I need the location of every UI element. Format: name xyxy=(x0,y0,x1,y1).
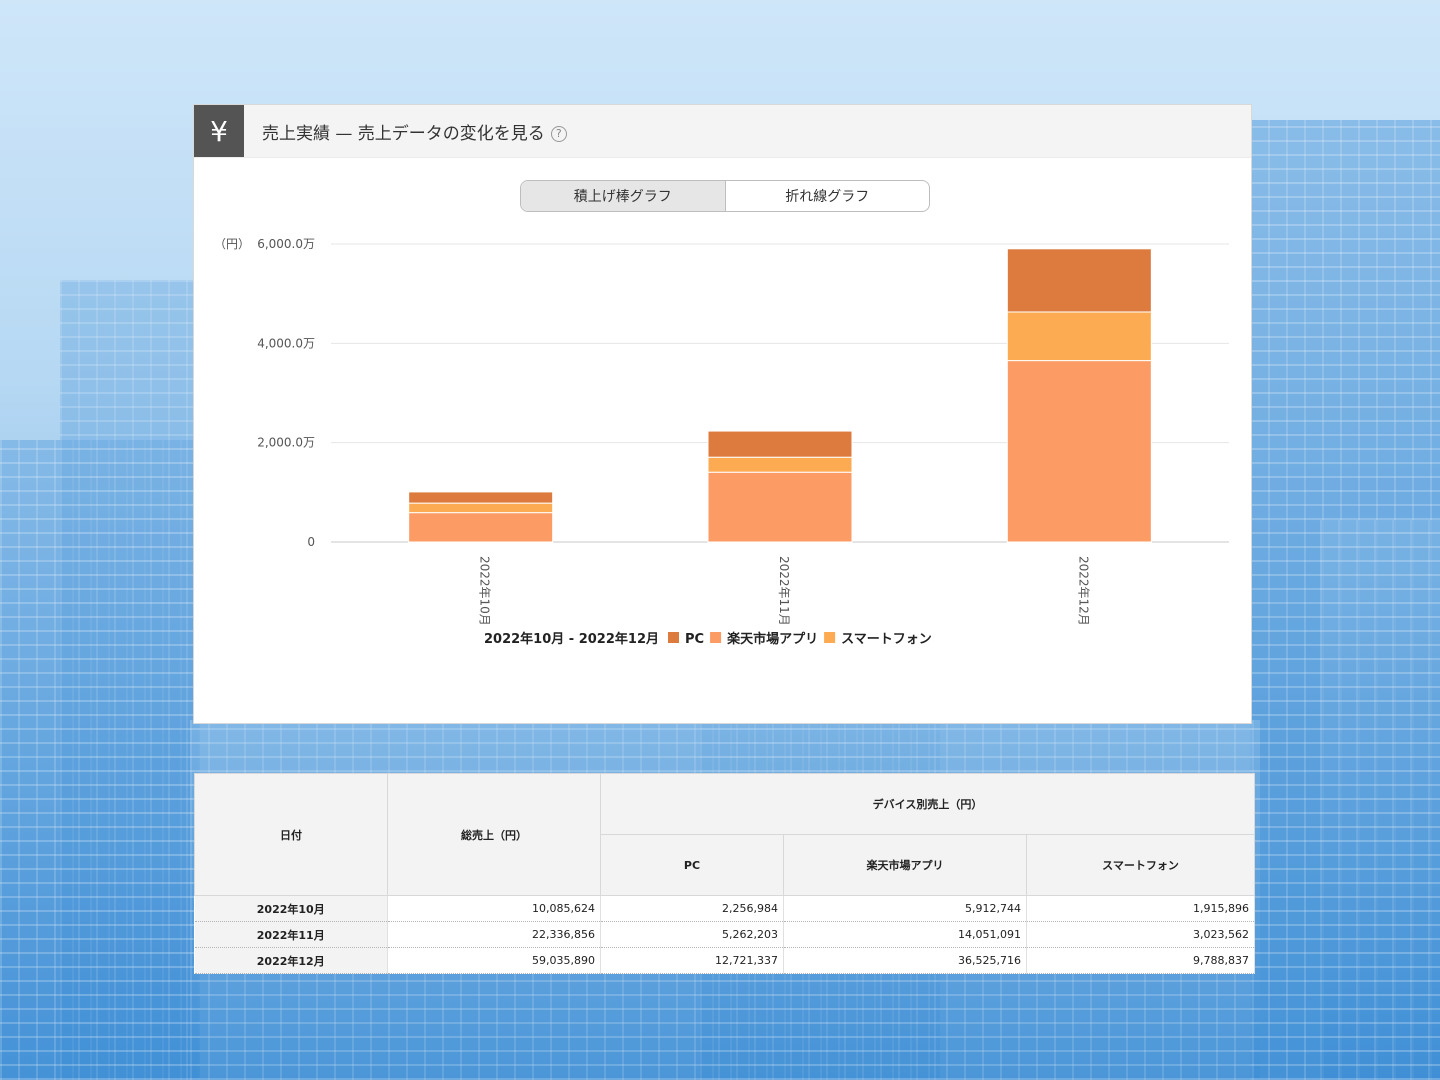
table-row: 2022年10月 10,085,624 2,256,984 5,912,744 1,91… xyxy=(194,895,1255,922)
y-tick-label: 0 xyxy=(307,535,315,549)
yen-icon: ¥ xyxy=(194,105,244,157)
help-icon[interactable]: ? xyxy=(550,125,567,142)
pc-header: PC xyxy=(600,834,784,896)
pc-cell: 5,262,203 xyxy=(600,921,784,948)
bar-segment xyxy=(1006,311,1152,362)
legend-swatch xyxy=(824,632,836,643)
y-unit-label: （円） xyxy=(214,237,250,251)
building xyxy=(60,280,200,1080)
chart-type-toggle: 積上げ棒グラフ 折れ線グラフ xyxy=(520,180,930,212)
bar-segment xyxy=(1006,248,1152,313)
total-header: 総売上（円） xyxy=(387,773,601,896)
table-row: 2022年12月 59,035,890 12,721,337 36,525,716 9,… xyxy=(194,947,1255,974)
table-row: 2022年11月 22,336,856 5,262,203 14,051,091 3,0… xyxy=(194,921,1255,948)
pc-cell: 12,721,337 xyxy=(600,947,784,974)
bar-segment xyxy=(408,491,554,504)
x-tick-label: 2022年10月 xyxy=(478,556,492,626)
panel-header: ¥ 売上実績 — 売上データの変化を見る? xyxy=(194,105,1251,158)
bar-segment xyxy=(1006,360,1152,543)
total-cell: 59,035,890 xyxy=(387,947,601,974)
legend-label: スマートフォン xyxy=(841,632,932,647)
pc-cell: 2,256,984 xyxy=(600,895,784,922)
bar-segment xyxy=(408,512,554,543)
date-cell: 2022年10月 xyxy=(194,895,388,922)
panel-title: 売上実績 — 売上データの変化を見る? xyxy=(262,119,567,144)
date-cell: 2022年11月 xyxy=(194,921,388,948)
legend-period: 2022年10月 - 2022年12月 xyxy=(484,631,659,647)
date-header: 日付 xyxy=(194,773,388,896)
legend-label: PC xyxy=(685,632,704,647)
sales-table: 日付 総売上（円） デバイス別売上（円） PC 楽天市場アプリ スマートフォン … xyxy=(194,773,1255,974)
stacked-bar-tab[interactable]: 積上げ棒グラフ xyxy=(521,181,726,211)
app-cell: 36,525,716 xyxy=(783,947,1027,974)
date-cell: 2022年12月 xyxy=(194,947,388,974)
bar-segment xyxy=(707,471,853,543)
device-header: デバイス別売上（円） xyxy=(600,773,1255,835)
building xyxy=(1320,520,1440,1080)
y-tick-label: 4,000.0万 xyxy=(257,336,315,350)
stacked-bar-chart: （円） 0 2,000.0万 4,000.0万 6,000.0万 2022年10月 2022… xyxy=(214,237,1229,647)
smartphone-cell: 9,788,837 xyxy=(1026,947,1255,974)
smartphone-cell: 3,023,562 xyxy=(1026,921,1255,948)
bar-segment xyxy=(707,430,853,458)
legend-swatch xyxy=(710,632,722,643)
app-cell: 5,912,744 xyxy=(783,895,1027,922)
total-cell: 22,336,856 xyxy=(387,921,601,948)
x-tick-label: 2022年11月 xyxy=(777,556,791,626)
total-cell: 10,085,624 xyxy=(387,895,601,922)
legend-label: 楽天市場アプリ xyxy=(726,631,818,647)
app-header: 楽天市場アプリ xyxy=(783,834,1027,896)
panel-title-text: 売上実績 — 売上データの変化を見る xyxy=(262,123,545,144)
bar-segment xyxy=(707,456,853,473)
y-tick-label: 2,000.0万 xyxy=(257,436,315,450)
line-graph-tab[interactable]: 折れ線グラフ xyxy=(726,181,930,211)
bar-segment xyxy=(408,502,554,514)
sales-panel: ¥ 売上実績 — 売上データの変化を見る? 積上げ棒グラフ 折れ線グラフ （円）… xyxy=(193,104,1252,724)
y-tick-label: 6,000.0万 xyxy=(257,237,315,251)
x-tick-label: 2022年12月 xyxy=(1076,556,1090,626)
app-cell: 14,051,091 xyxy=(783,921,1027,948)
legend-swatch xyxy=(668,632,679,643)
smartphone-header: スマートフォン xyxy=(1026,834,1255,896)
smartphone-cell: 1,915,896 xyxy=(1026,895,1255,922)
